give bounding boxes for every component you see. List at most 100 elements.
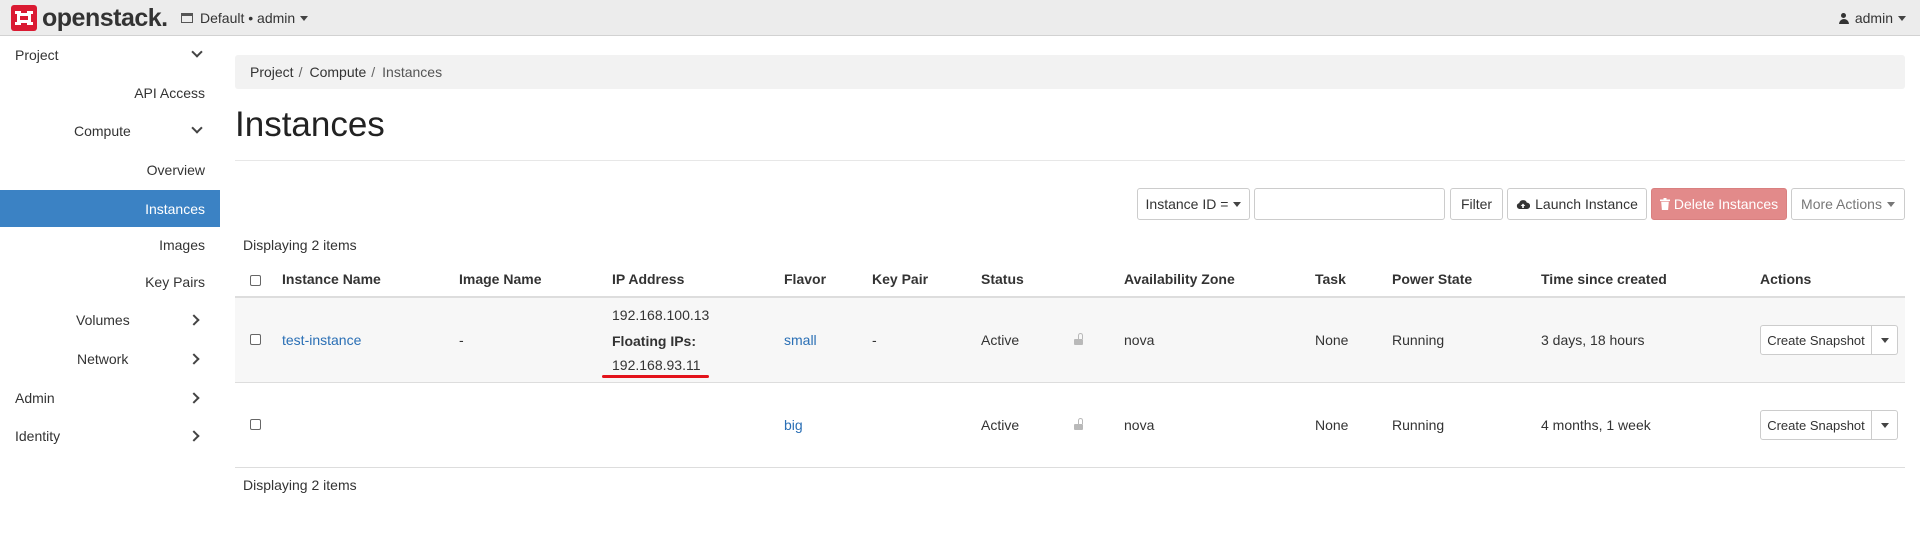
sidebar-item-overview[interactable]: Overview: [0, 152, 220, 188]
status-cell: Active: [981, 332, 1020, 348]
select-all-checkbox[interactable]: [250, 275, 261, 286]
chevron-right-icon: [188, 392, 200, 404]
column-header-time-since-created: Time since created: [1541, 271, 1667, 287]
column-header-key-pair[interactable]: Key Pair: [872, 271, 928, 287]
sidebar-item-key-pairs[interactable]: Key Pairs: [0, 264, 220, 300]
create-snapshot-button[interactable]: Create Snapshot: [1760, 325, 1872, 355]
sidebar-item-label: Admin: [15, 390, 55, 406]
caret-down-icon: [1233, 201, 1242, 207]
column-header-power-state[interactable]: Power State: [1392, 271, 1472, 287]
filter-input[interactable]: [1254, 188, 1445, 220]
ip-address-cell: 192.168.100.13: [612, 307, 710, 323]
breadcrumb-separator: /: [298, 64, 303, 80]
delete-instances-button[interactable]: Delete Instances: [1651, 188, 1787, 220]
sidebar-item-identity[interactable]: Identity: [0, 418, 220, 454]
row-checkbox[interactable]: [250, 334, 261, 345]
caret-down-icon: [1880, 422, 1889, 428]
column-header-flavor[interactable]: Flavor: [784, 271, 826, 287]
sidebar-item-admin[interactable]: Admin: [0, 380, 220, 416]
sidebar-item-label: Project: [15, 47, 59, 63]
openstack-logo[interactable]: openstack.: [10, 4, 168, 32]
sidebar-item-label: Key Pairs: [145, 274, 205, 290]
key-pair-cell: -: [872, 332, 877, 348]
caret-down-icon: [1886, 201, 1895, 207]
user-name: admin: [1854, 10, 1893, 26]
sidebar-item-label: Overview: [146, 162, 205, 178]
filter-button[interactable]: Filter: [1450, 188, 1503, 220]
launch-instance-button[interactable]: Launch Instance: [1507, 188, 1647, 220]
sidebar-item-label: Volumes: [76, 312, 130, 328]
chevron-down-icon: [191, 122, 203, 134]
cloud-upload-icon: [1517, 199, 1531, 209]
column-header-instance-name[interactable]: Instance Name: [282, 271, 381, 287]
sidebar-item-instances[interactable]: Instances: [0, 190, 220, 227]
filter-field-select[interactable]: Instance ID =: [1137, 188, 1250, 220]
top-navbar: openstack. Default • admin admin: [0, 0, 1920, 36]
page-title: Instances: [235, 105, 385, 144]
create-snapshot-button[interactable]: Create Snapshot: [1760, 410, 1872, 440]
column-header-actions: Actions: [1760, 271, 1812, 287]
breadcrumb-item-instances: Instances: [382, 64, 443, 80]
instance-name-link[interactable]: test-instance: [282, 332, 361, 348]
brand-name: openstack.: [42, 4, 168, 32]
chevron-right-icon: [188, 430, 200, 442]
sidebar-item-project[interactable]: Project: [0, 37, 220, 73]
chevron-right-icon: [188, 353, 200, 365]
row-checkbox[interactable]: [250, 419, 261, 430]
openstack-logo-icon: [11, 5, 37, 31]
column-header-status[interactable]: Status: [981, 271, 1024, 287]
filter-field-label: Instance ID =: [1145, 196, 1229, 212]
sidebar: Project API Access Compute Overview Inst…: [0, 37, 220, 535]
user-icon: [1838, 12, 1849, 24]
task-cell: None: [1315, 332, 1349, 348]
time-since-created-cell: 3 days, 18 hours: [1541, 332, 1645, 348]
flavor-link[interactable]: small: [784, 332, 817, 348]
column-header-ip-address[interactable]: IP Address: [612, 271, 684, 287]
project-switcher[interactable]: Default • admin: [181, 0, 309, 36]
column-header-image-name[interactable]: Image Name: [459, 271, 541, 287]
floating-ip-cell: 192.168.93.11: [612, 357, 701, 373]
more-actions-button[interactable]: More Actions: [1791, 188, 1905, 220]
availability-zone-cell: nova: [1124, 417, 1155, 433]
sidebar-item-label: Images: [159, 237, 205, 253]
sidebar-item-label: Compute: [74, 123, 131, 139]
delete-instances-label: Delete Instances: [1673, 196, 1779, 212]
breadcrumb-item-project[interactable]: Project: [250, 64, 294, 80]
table-row: [235, 383, 1905, 467]
breadcrumb-item-compute[interactable]: Compute: [309, 64, 366, 80]
create-snapshot-label: Create Snapshot: [1767, 332, 1865, 348]
power-state-cell: Running: [1392, 417, 1445, 433]
row-divider: [235, 467, 1905, 468]
status-cell: Active: [981, 417, 1020, 433]
create-snapshot-label: Create Snapshot: [1767, 417, 1865, 433]
filter-button-label: Filter: [1460, 196, 1493, 212]
sidebar-item-label: Identity: [15, 428, 61, 444]
sidebar-item-compute[interactable]: Compute: [0, 113, 220, 149]
title-divider: [235, 160, 1905, 161]
time-since-created-cell: 4 months, 1 week: [1541, 417, 1651, 433]
project-icon: [181, 13, 193, 23]
project-switcher-label: Default • admin: [200, 10, 296, 26]
power-state-cell: Running: [1392, 332, 1445, 348]
sidebar-item-label: Instances: [145, 200, 205, 217]
item-count-top: Displaying 2 items: [243, 237, 357, 253]
sidebar-item-label: Network: [77, 351, 129, 367]
row-actions-dropdown[interactable]: [1872, 325, 1898, 355]
unlocked-icon: [1074, 418, 1083, 430]
task-cell: None: [1315, 417, 1349, 433]
chevron-right-icon: [188, 314, 200, 326]
more-actions-label: More Actions: [1801, 196, 1882, 212]
flavor-link[interactable]: big: [784, 417, 803, 433]
column-header-availability-zone[interactable]: Availability Zone: [1124, 271, 1235, 287]
sidebar-item-network[interactable]: Network: [0, 341, 220, 377]
annotation-underline: [602, 375, 709, 378]
table-row: [235, 298, 1905, 382]
sidebar-item-api-access[interactable]: API Access: [0, 75, 220, 111]
column-header-task[interactable]: Task: [1315, 271, 1346, 287]
sidebar-item-volumes[interactable]: Volumes: [0, 302, 220, 338]
sidebar-item-images[interactable]: Images: [0, 227, 220, 263]
row-actions-dropdown[interactable]: [1872, 410, 1898, 440]
caret-down-icon: [300, 15, 309, 21]
user-menu[interactable]: admin: [1838, 0, 1906, 36]
item-count-bottom: Displaying 2 items: [243, 477, 357, 493]
